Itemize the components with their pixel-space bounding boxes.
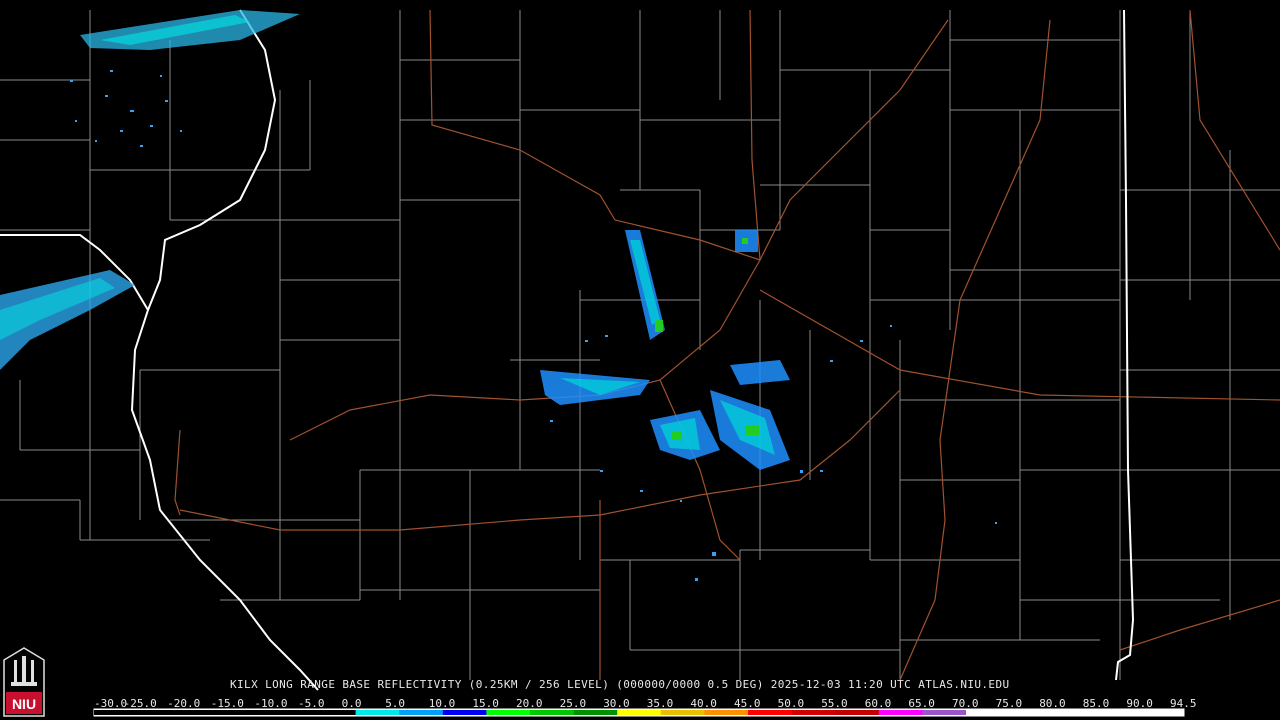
colorbar-segment — [1053, 710, 1098, 715]
colorbar-label: -20.0 — [167, 697, 201, 710]
colorbar-label: -30.0 — [94, 697, 128, 710]
colorbar-segment — [1140, 710, 1185, 715]
colorbar-segment — [791, 710, 836, 715]
colorbar-segment — [878, 710, 923, 715]
colorbar-label: 75.0 — [995, 697, 1023, 710]
colorbar-segment — [442, 710, 487, 715]
colorbar-label: 30.0 — [603, 697, 630, 710]
colorbar-label: 5.0 — [385, 697, 406, 710]
colorbar-segment — [137, 710, 182, 715]
niu-logo-icon: NIU — [3, 647, 45, 717]
colorbar-segment — [704, 710, 749, 715]
colorbar-segment — [181, 710, 226, 715]
colorbar-segment — [530, 710, 575, 715]
colorbar-segment — [617, 710, 662, 715]
colorbar-label: 15.0 — [472, 697, 499, 710]
colorbar-label: 94.5 — [1170, 697, 1197, 710]
colorbar-label: 80.0 — [1039, 697, 1066, 710]
radar-echoes — [0, 10, 997, 581]
colorbar-label: 25.0 — [559, 697, 587, 710]
colorbar-label: -25.0 — [123, 697, 157, 710]
colorbar-segment — [660, 710, 705, 715]
colorbar-label: 55.0 — [821, 697, 848, 710]
colorbar-label: 70.0 — [952, 697, 979, 710]
niu-logo-text: NIU — [12, 696, 36, 712]
colorbar-label: 65.0 — [908, 697, 935, 710]
colorbar-label: 90.0 — [1126, 697, 1153, 710]
colorbar-segment — [748, 710, 793, 715]
product-caption: KILX LONG RANGE BASE REFLECTIVITY (0.25K… — [230, 678, 1010, 691]
colorbar-label: 45.0 — [734, 697, 761, 710]
reflectivity-colorbar — [93, 708, 1185, 717]
colorbar-segment — [966, 710, 1011, 715]
colorbar-label: 20.0 — [516, 697, 543, 710]
colorbar-labels: -30.0 -25.0 -20.0 -15.0 -10.0 -5.0 0.0 5.0 10.0 1… — [94, 697, 1197, 710]
colorbar-segment — [268, 710, 313, 715]
colorbar-segment — [922, 710, 967, 715]
colorbar-label: -5.0 — [298, 697, 325, 710]
colorbar-segment — [224, 710, 269, 715]
radar-map — [0, 9, 1280, 717]
colorbar-label: 85.0 — [1082, 697, 1110, 710]
colorbar-segment — [399, 710, 444, 715]
colorbar-segment — [355, 710, 400, 715]
colorbar-segment — [312, 710, 357, 715]
colorbar-segment — [94, 710, 139, 715]
colorbar-label: 35.0 — [646, 697, 674, 710]
colorbar-label: 10.0 — [428, 697, 456, 710]
colorbar-label: -15.0 — [210, 697, 244, 710]
colorbar-segment — [573, 710, 618, 715]
colorbar-label: 0.0 — [341, 697, 362, 710]
colorbar-label: -10.0 — [254, 697, 288, 710]
colorbar-label: 50.0 — [777, 697, 805, 710]
colorbar-label: 40.0 — [690, 697, 717, 710]
colorbar-segment — [1009, 710, 1054, 715]
county-boundaries — [0, 10, 1280, 680]
colorbar-segment — [1096, 710, 1141, 715]
colorbar-segment — [486, 710, 531, 715]
colorbar-label: 60.0 — [864, 697, 892, 710]
colorbar-segment — [835, 710, 880, 715]
